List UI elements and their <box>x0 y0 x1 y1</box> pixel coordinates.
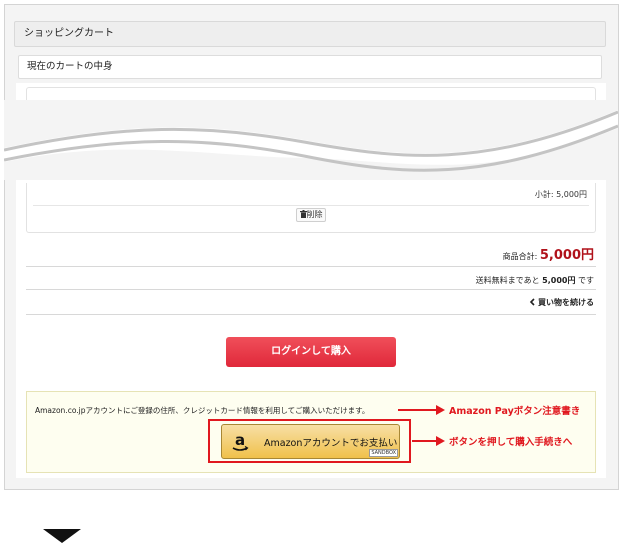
login-purchase-button[interactable]: ログインして購入 <box>226 337 396 367</box>
divider <box>26 289 596 290</box>
annotation-arrow <box>412 436 445 446</box>
svg-text:a: a <box>235 431 245 449</box>
amazon-pay-button-label: Amazonアカウントでお支払い <box>264 438 398 449</box>
shipping-amount: 5,000円 <box>542 276 576 285</box>
page-title: ショッピングカート <box>14 21 606 47</box>
page-title-text: ショッピングカート <box>24 28 114 39</box>
login-purchase-label: ログインして購入 <box>271 346 351 357</box>
shipping-suffix: です <box>575 276 594 285</box>
triangle-down-icon <box>43 529 81 543</box>
shipping-note: 送料無料まであと 5,000円 です <box>476 275 594 286</box>
cart-contents-heading-text: 現在のカートの中身 <box>27 61 113 72</box>
amazon-logo-icon: a <box>230 431 250 451</box>
chevron-left-icon <box>530 298 535 306</box>
amazon-pay-note: Amazon.co.jpアカウントにご登録の住所、クレジットカード情報を利用して… <box>35 406 370 415</box>
annotation-note-callout: Amazon Payボタン注意書き <box>449 406 581 417</box>
subtotal: 小計: 5,000円 <box>534 190 587 199</box>
annotation-arrow <box>398 405 445 415</box>
divider <box>26 314 596 315</box>
total-value: 5,000円 <box>539 248 594 263</box>
amazon-pay-button[interactable]: a Amazonアカウントでお支払い SANDBOX <box>221 424 400 459</box>
annotation-button-callout: ボタンを押して購入手続きへ <box>449 437 573 448</box>
trash-icon <box>299 210 307 218</box>
cart-contents-heading: 現在のカートの中身 <box>18 55 602 79</box>
delete-button[interactable]: 削除 <box>296 208 326 222</box>
wave-separator <box>4 100 618 180</box>
wave-graphic <box>4 110 618 172</box>
divider <box>33 205 589 206</box>
divider <box>26 266 596 267</box>
delete-label: 削除 <box>306 210 323 219</box>
cart-item-box: 小計: 5,000円 削除 <box>26 183 596 233</box>
shipping-prefix: 送料無料まであと <box>475 276 543 285</box>
total-row: 商品合計: 5,000円 <box>503 244 594 263</box>
sandbox-badge: SANDBOX <box>369 449 398 457</box>
total-label: 商品合計: <box>502 252 540 261</box>
continue-shopping-link[interactable]: 買い物を続ける <box>529 297 594 308</box>
continue-shopping-label: 買い物を続ける <box>538 298 594 307</box>
